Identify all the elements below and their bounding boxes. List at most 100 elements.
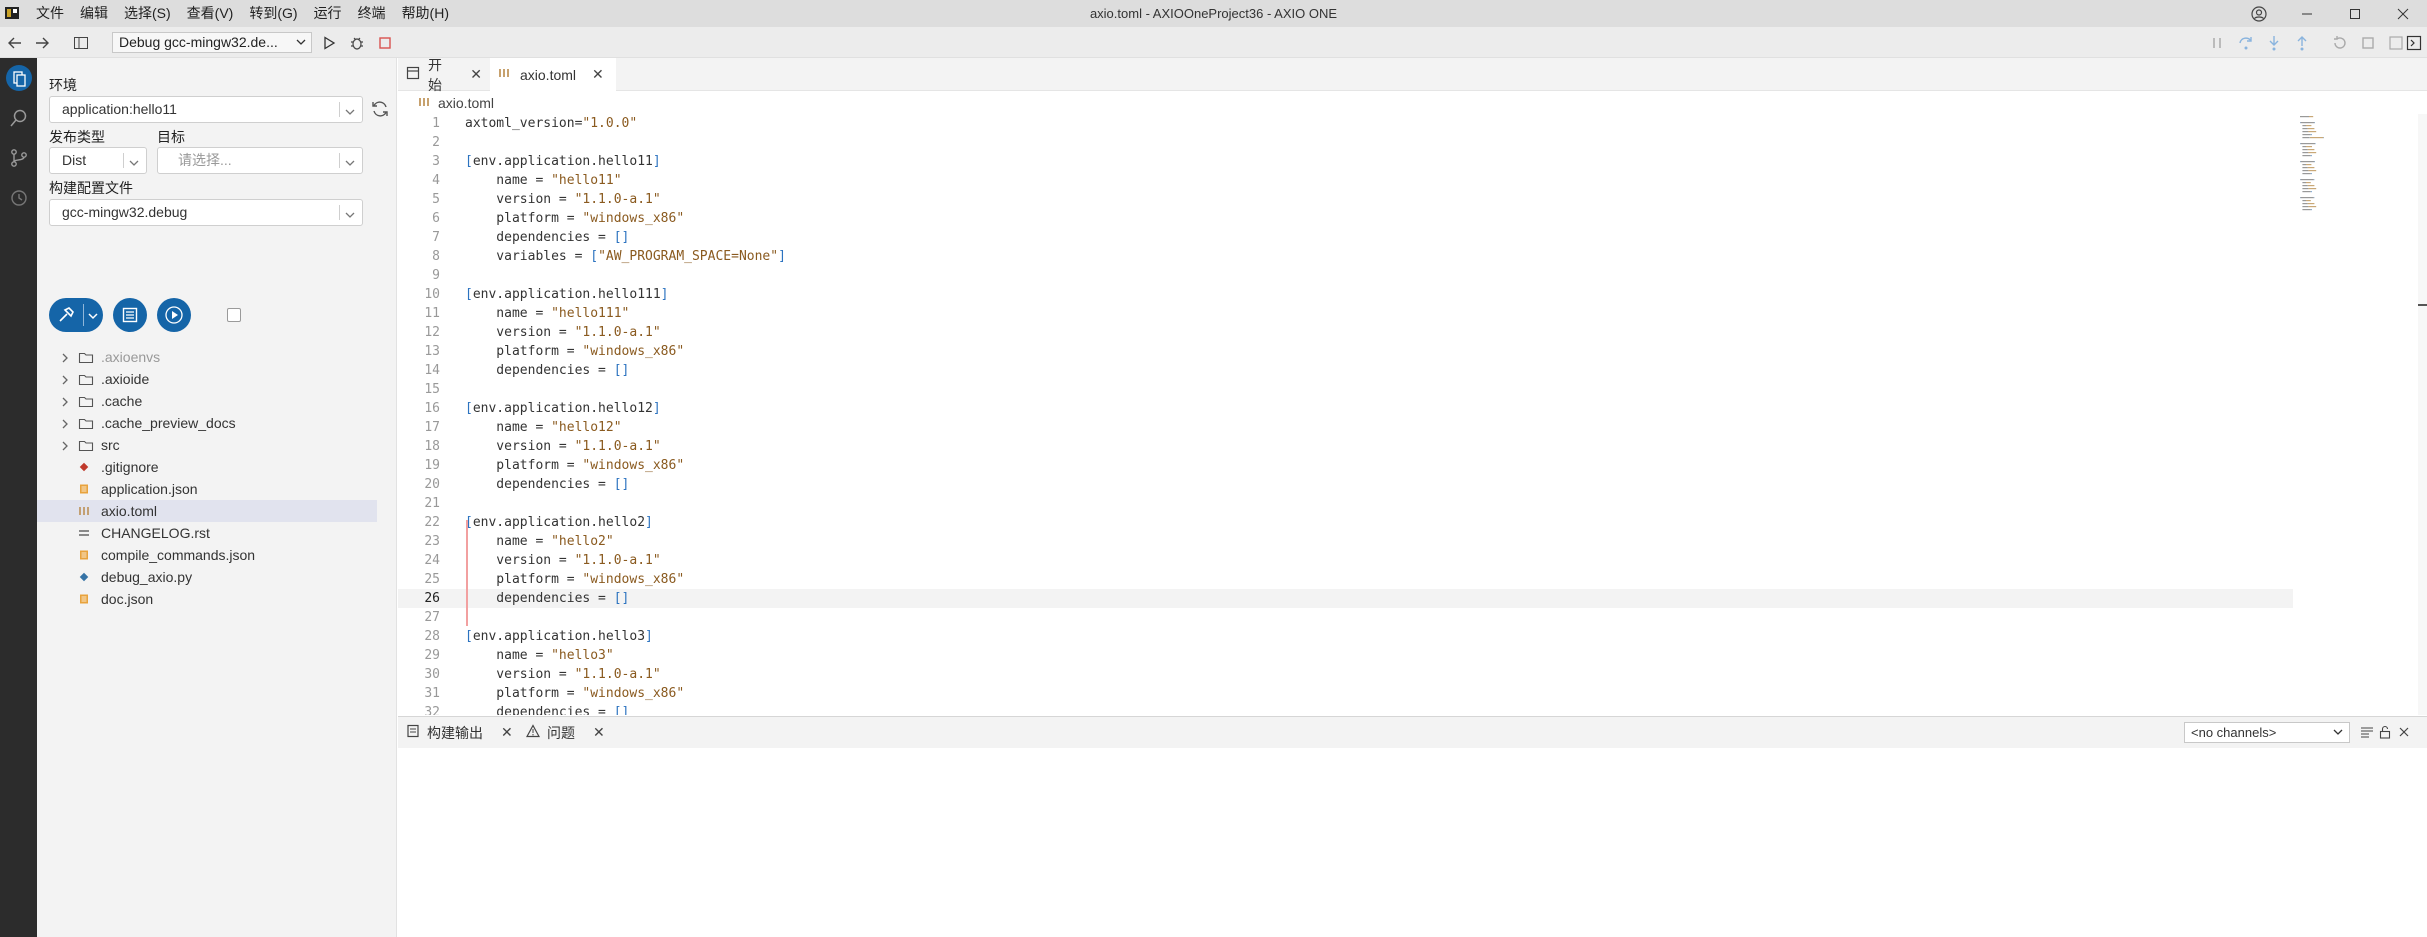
code-line[interactable]: 5 version = "1.1.0-a.1" — [398, 190, 2298, 209]
close-panel-icon[interactable] — [2397, 725, 2411, 739]
breadcrumb-file[interactable]: axio.toml — [438, 95, 494, 111]
chevron-right-icon[interactable] — [60, 351, 70, 367]
channel-select[interactable]: <no channels> — [2184, 722, 2350, 743]
close-tab-icon[interactable]: ✕ — [593, 724, 605, 741]
code-line[interactable]: 23 name = "hello2" — [398, 532, 2298, 551]
close-tab-icon[interactable]: ✕ — [470, 66, 482, 83]
explorer-activity[interactable] — [0, 58, 37, 98]
build-config-select[interactable]: gcc-mingw32.debug — [49, 199, 363, 226]
code-line[interactable]: 29 name = "hello3" — [398, 646, 2298, 665]
code-line[interactable]: 10 [env.application.hello111] — [398, 285, 2298, 304]
tree-item[interactable]: application.json — [37, 478, 377, 500]
target-select[interactable]: 请选择... — [157, 147, 363, 174]
code-line[interactable]: 20 dependencies = [] — [398, 475, 2298, 494]
release-type-select[interactable]: Dist — [49, 147, 147, 174]
tab-start[interactable]: 开始 ✕ — [398, 57, 490, 93]
close-window-button[interactable] — [2379, 0, 2427, 27]
option-checkbox[interactable] — [227, 308, 241, 322]
menu-terminal[interactable]: 终端 — [350, 0, 394, 27]
minimize-button[interactable] — [2283, 0, 2331, 27]
code-line[interactable]: 31 platform = "windows_x86" — [398, 684, 2298, 703]
step-over-icon[interactable] — [2237, 34, 2255, 52]
tab-axio-toml[interactable]: axio.toml ✕ — [490, 58, 616, 91]
code-line[interactable]: 25 platform = "windows_x86" — [398, 570, 2298, 589]
chevron-right-icon[interactable] — [60, 417, 70, 433]
code-line[interactable]: 17 name = "hello12" — [398, 418, 2298, 437]
close-tab-icon[interactable]: ✕ — [592, 66, 604, 83]
code-line[interactable]: 7 dependencies = [] — [398, 228, 2298, 247]
menu-go[interactable]: 转到(G) — [241, 0, 305, 27]
code-line[interactable]: 16 [env.application.hello12] — [398, 399, 2298, 418]
code-line[interactable]: 22 [env.application.hello2] — [398, 513, 2298, 532]
code-line[interactable]: 21 — [398, 494, 2298, 513]
source-control-activity[interactable] — [0, 138, 37, 178]
code-line[interactable]: 3 [env.application.hello11] — [398, 152, 2298, 171]
code-line[interactable]: 13 platform = "windows_x86" — [398, 342, 2298, 361]
close-tab-icon[interactable]: ✕ — [501, 724, 513, 741]
tree-item[interactable]: CHANGELOG.rst — [37, 522, 377, 544]
code-line[interactable]: 9 — [398, 266, 2298, 285]
code-line[interactable]: 24 version = "1.1.0-a.1" — [398, 551, 2298, 570]
terminal-panel-icon[interactable] — [2405, 34, 2423, 52]
build-dropdown-chevron-icon[interactable] — [87, 309, 99, 325]
tree-item[interactable]: debug_axio.py — [37, 566, 377, 588]
code-line[interactable]: 32 dependencies = [] — [398, 703, 2298, 715]
tree-item[interactable]: src — [37, 434, 377, 456]
minimap[interactable] — [2298, 114, 2418, 214]
menu-selection[interactable]: 选择(S) — [116, 0, 179, 27]
tree-item[interactable]: axio.toml — [37, 500, 377, 522]
code-line[interactable]: 27 — [398, 608, 2298, 627]
chevron-right-icon[interactable] — [60, 395, 70, 411]
back-arrow-icon[interactable] — [6, 34, 24, 52]
code-line[interactable]: 2 — [398, 133, 2298, 152]
history-activity[interactable] — [0, 178, 37, 218]
tree-item[interactable]: .cache_preview_docs — [37, 412, 377, 434]
tree-item[interactable]: .axioenvs — [37, 346, 377, 368]
restart-icon[interactable] — [2331, 34, 2349, 52]
code-line[interactable]: 11 name = "hello111" — [398, 304, 2298, 323]
run-icon[interactable] — [320, 34, 338, 52]
account-icon[interactable] — [2235, 0, 2283, 27]
code-line[interactable]: 4 name = "hello11" — [398, 171, 2298, 190]
stop-debug-icon[interactable] — [2359, 34, 2377, 52]
stop-icon[interactable] — [376, 34, 394, 52]
code-line[interactable]: 8 variables = ["AW_PROGRAM_SPACE=None"] — [398, 247, 2298, 266]
tab-build-output[interactable]: 构建输出 ✕ — [398, 717, 518, 748]
maximize-button[interactable] — [2331, 0, 2379, 27]
tree-item[interactable]: compile_commands.json — [37, 544, 377, 566]
code-line[interactable]: 28 [env.application.hello3] — [398, 627, 2298, 646]
menu-file[interactable]: 文件 — [28, 0, 72, 27]
menu-help[interactable]: 帮助(H) — [394, 0, 457, 27]
code-line[interactable]: 6 platform = "windows_x86" — [398, 209, 2298, 228]
clear-output-icon[interactable] — [2360, 725, 2374, 739]
code-line[interactable]: 12 version = "1.1.0-a.1" — [398, 323, 2298, 342]
code-line[interactable]: 30 version = "1.1.0-a.1" — [398, 665, 2298, 684]
menu-run[interactable]: 运行 — [306, 0, 350, 27]
build-log-button[interactable] — [113, 298, 147, 332]
hammer-icon[interactable] — [57, 306, 75, 327]
refresh-icon[interactable] — [370, 99, 390, 122]
menu-edit[interactable]: 编辑 — [72, 0, 116, 27]
pause-icon[interactable] — [2208, 34, 2226, 52]
debug-config-select[interactable]: Debug gcc-mingw32.de... — [112, 32, 312, 53]
debug-bug-icon[interactable] — [348, 34, 366, 52]
chevron-right-icon[interactable] — [60, 439, 70, 455]
run-button[interactable] — [157, 298, 191, 332]
menu-view[interactable]: 查看(V) — [179, 0, 242, 27]
code-line[interactable]: 14 dependencies = [] — [398, 361, 2298, 380]
disconnect-icon[interactable] — [2387, 34, 2405, 52]
code-line[interactable]: 26 dependencies = [] — [398, 589, 2293, 608]
forward-arrow-icon[interactable] — [33, 34, 51, 52]
tree-item[interactable]: .gitignore — [37, 456, 377, 478]
env-select[interactable]: application:hello11 — [49, 96, 363, 123]
code-line[interactable]: 18 version = "1.1.0-a.1" — [398, 437, 2298, 456]
step-out-icon[interactable] — [2293, 34, 2311, 52]
tree-item[interactable]: .cache — [37, 390, 377, 412]
tree-item[interactable]: .axioide — [37, 368, 377, 390]
code-line[interactable]: 1 axtoml_version="1.0.0" — [398, 114, 2298, 133]
tree-item[interactable]: doc.json — [37, 588, 377, 610]
step-into-icon[interactable] — [2265, 34, 2283, 52]
code-editor[interactable]: 1 axtoml_version="1.0.0" 2 3 [env.applicatio… — [398, 114, 2427, 715]
toggle-sidebar-icon[interactable] — [72, 34, 90, 52]
lock-icon[interactable] — [2378, 725, 2392, 739]
